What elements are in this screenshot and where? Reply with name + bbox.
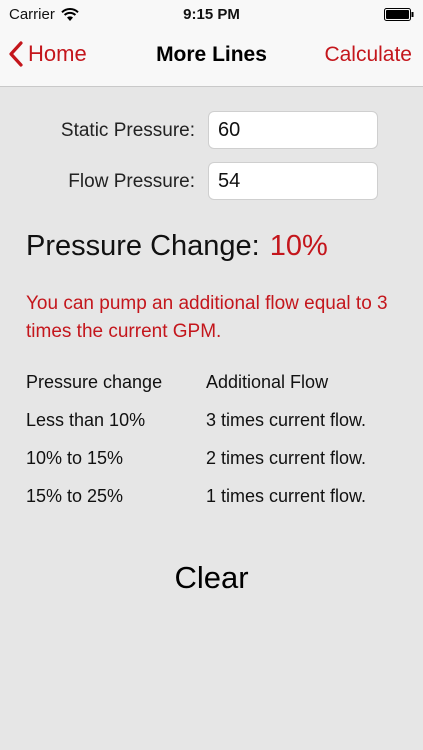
back-button-label: Home (28, 41, 87, 66)
table-cell-additional-flow: 3 times current flow. (206, 410, 367, 430)
flow-table: Pressure change Additional Flow Less tha… (26, 370, 406, 522)
static-pressure-row: Static Pressure: (0, 111, 423, 151)
flow-pressure-row: Flow Pressure: (0, 162, 423, 202)
navigation-header: Carrier 9:15 PM Home More Lines Calculat… (0, 0, 423, 87)
clock: 9:15 PM (183, 6, 240, 23)
clear-button[interactable]: Clear (0, 560, 423, 596)
table-cell-additional-flow: 2 times current flow. (206, 448, 367, 468)
calculate-button[interactable]: Calculate (324, 43, 412, 67)
battery-icon (384, 8, 414, 21)
chevron-left-icon (9, 41, 23, 67)
table-row: 10% to 15% 2 times current flow. (26, 446, 406, 484)
table-header: Pressure change Additional Flow (26, 370, 406, 408)
pressure-change-value: 10% (269, 230, 328, 262)
static-pressure-label: Static Pressure: (60, 120, 195, 141)
back-button[interactable]: Home (8, 41, 87, 67)
table-cell-pressure-range: Less than 10% (26, 410, 146, 430)
table-row: Less than 10% 3 times current flow. (26, 408, 406, 446)
nav-bar: Home More Lines Calculate (0, 30, 423, 86)
pressure-change-label: Pressure Change: (26, 230, 260, 262)
table-cell-additional-flow: 1 times current flow. (206, 486, 367, 506)
static-pressure-input[interactable] (208, 111, 378, 149)
flow-pressure-input[interactable] (208, 162, 378, 200)
column-header-additional-flow: Additional Flow (206, 372, 329, 392)
flow-pressure-label: Flow Pressure: (68, 171, 195, 192)
table-cell-pressure-range: 10% to 15% (26, 448, 124, 468)
status-bar: Carrier 9:15 PM (0, 0, 423, 30)
pressure-change-result: Pressure Change: 10% (26, 230, 328, 263)
table-row: 15% to 25% 1 times current flow. (26, 484, 406, 522)
table-cell-pressure-range: 15% to 25% (26, 486, 124, 506)
column-header-pressure-change: Pressure change (26, 372, 163, 392)
result-message: You can pump an additional flow equal to… (26, 293, 388, 342)
